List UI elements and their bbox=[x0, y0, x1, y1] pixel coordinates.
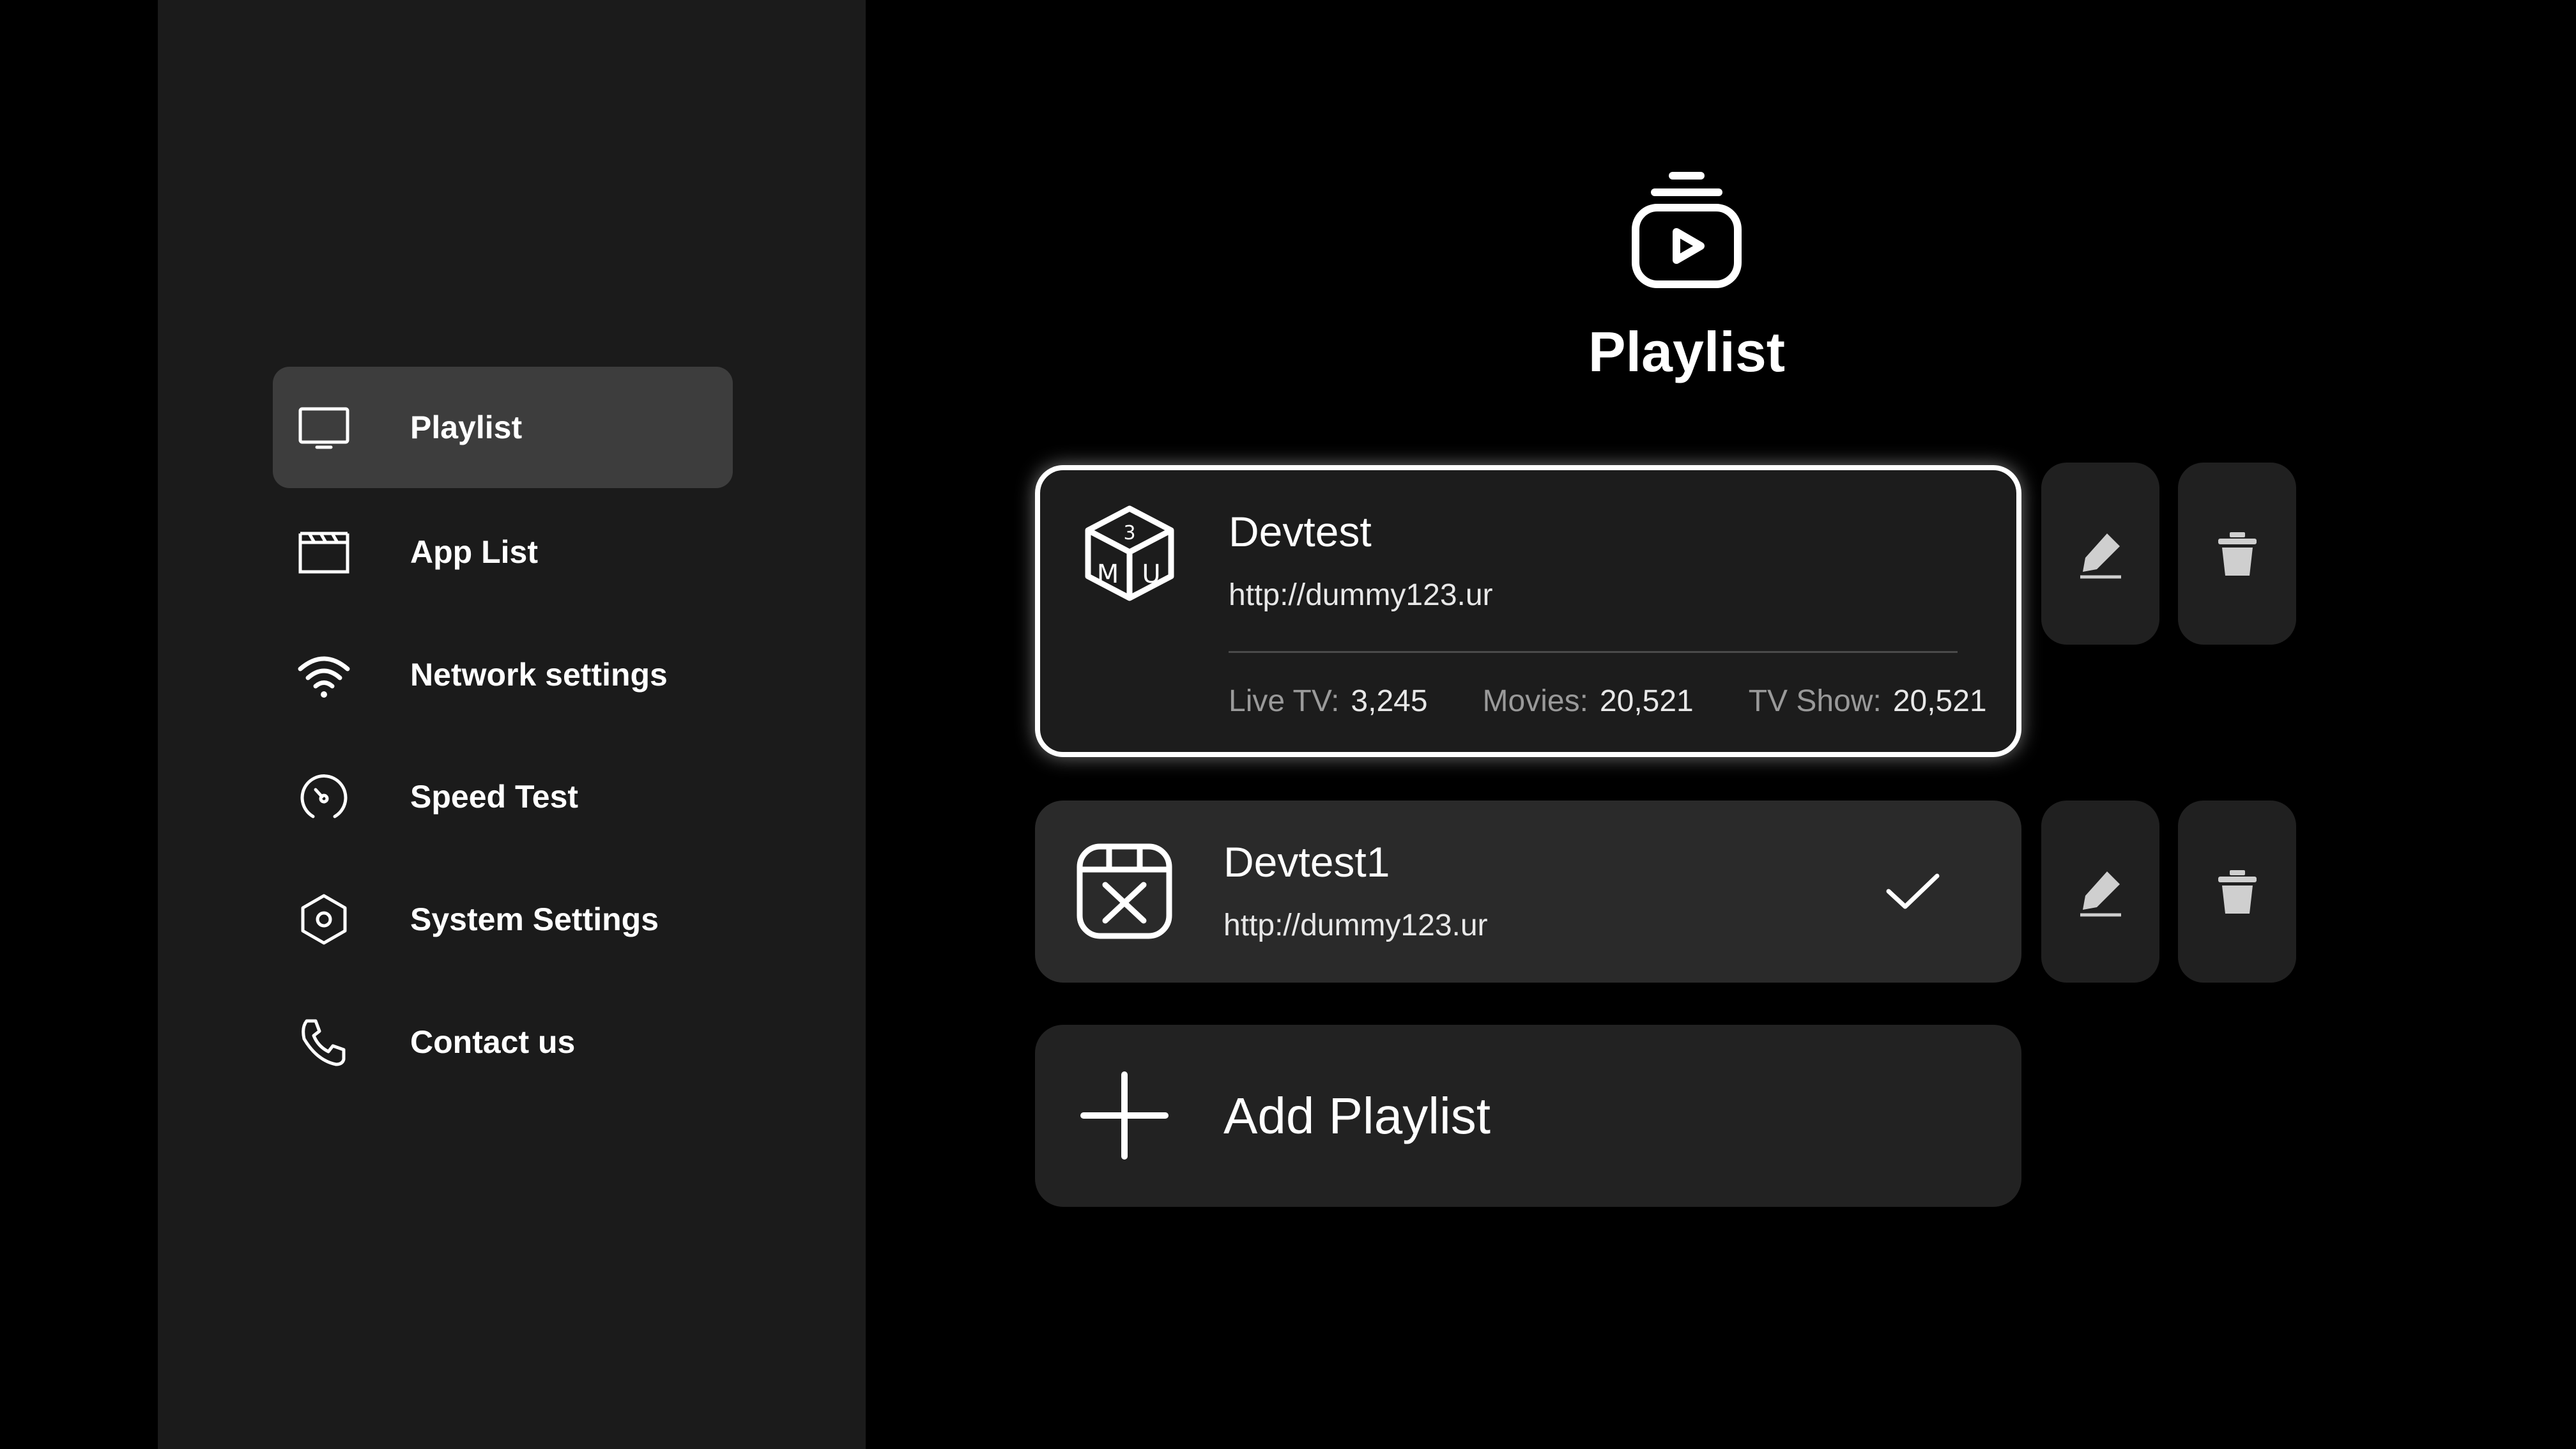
sidebar-item-system-settings[interactable]: System Settings bbox=[273, 859, 733, 980]
stat-live-tv: Live TV: 3,245 bbox=[1229, 684, 1428, 718]
edit-button[interactable] bbox=[2041, 463, 2159, 645]
trash-icon bbox=[2218, 532, 2257, 576]
sidebar-item-app-list[interactable]: App List bbox=[273, 491, 733, 613]
svg-text:3: 3 bbox=[1123, 522, 1135, 544]
playlist-url: http://dummy123.ur bbox=[1229, 578, 1493, 612]
m3u-cube-icon: 3 M U bbox=[1078, 502, 1181, 604]
sidebar-item-label: Playlist bbox=[410, 410, 523, 445]
sidebar-item-label: App List bbox=[410, 534, 538, 570]
pencil-icon bbox=[2080, 871, 2121, 916]
pencil-icon bbox=[2080, 533, 2121, 578]
playlist-play-icon bbox=[1623, 169, 1751, 297]
speedometer-icon bbox=[295, 768, 353, 825]
stat-tv-show: TV Show: 20,521 bbox=[1748, 684, 1987, 718]
hexagon-settings-icon bbox=[295, 891, 353, 948]
add-playlist-button[interactable]: Add Playlist bbox=[1035, 1025, 2021, 1207]
playlist-stats: Live TV: 3,245 Movies: 20,521 TV Show: 2… bbox=[1229, 684, 1987, 719]
clapperboard-icon bbox=[295, 523, 353, 581]
sidebar-item-label: System Settings bbox=[410, 901, 659, 937]
playlist-card-devtest1[interactable]: Devtest1 http://dummy123.ur bbox=[1035, 801, 2021, 983]
svg-text:U: U bbox=[1142, 560, 1160, 589]
sidebar-item-speed-test[interactable]: Speed Test bbox=[273, 736, 733, 857]
sidebar-item-network-settings[interactable]: Network settings bbox=[273, 614, 733, 735]
sidebar-item-label: Contact us bbox=[410, 1024, 576, 1060]
playlist-name: Devtest1 bbox=[1223, 838, 1390, 885]
trash-icon bbox=[2218, 870, 2257, 914]
xtream-icon bbox=[1073, 840, 1176, 942]
wifi-icon bbox=[295, 646, 353, 703]
edit-button[interactable] bbox=[2041, 801, 2159, 983]
delete-button[interactable] bbox=[2178, 801, 2296, 983]
delete-button[interactable] bbox=[2178, 463, 2296, 645]
tv-icon bbox=[295, 399, 353, 456]
playlist-url: http://dummy123.ur bbox=[1223, 908, 1488, 942]
add-playlist-label: Add Playlist bbox=[1223, 1087, 1491, 1144]
page-title: Playlist bbox=[1588, 320, 1786, 383]
sidebar-item-label: Network settings bbox=[410, 657, 668, 693]
card-divider bbox=[1229, 651, 1958, 653]
phone-icon bbox=[295, 1013, 353, 1071]
sidebar-item-contact-us[interactable]: Contact us bbox=[273, 981, 733, 1103]
playlist-name: Devtest bbox=[1229, 508, 1372, 555]
svg-text:M: M bbox=[1097, 560, 1119, 589]
sidebar-item-playlist[interactable]: Playlist bbox=[273, 367, 733, 488]
stat-movies: Movies: 20,521 bbox=[1482, 684, 1694, 718]
playlist-card-devtest[interactable]: 3 M U Devtest http://dummy123.ur Live TV… bbox=[1035, 465, 2021, 757]
plus-icon bbox=[1080, 1071, 1169, 1160]
check-icon bbox=[1881, 859, 1945, 923]
sidebar: Playlist App List Network settings Speed… bbox=[158, 0, 866, 1449]
sidebar-item-label: Speed Test bbox=[410, 779, 579, 815]
